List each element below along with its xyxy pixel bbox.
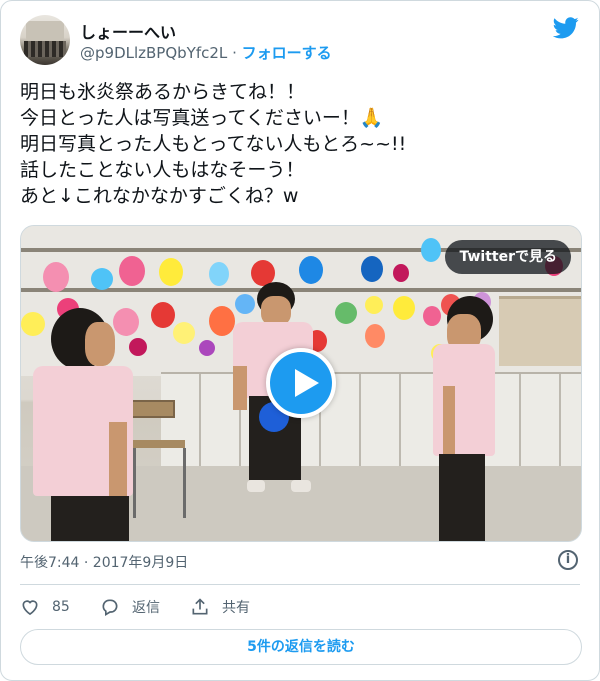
balloon (209, 306, 235, 336)
balloon (209, 262, 229, 286)
shelf (499, 296, 581, 366)
reply-bubble-icon (102, 599, 118, 616)
tweet-line: 今日とった人は写真送ってくださいー！🙏 (20, 107, 384, 129)
user-handle[interactable]: @p9DLlzBPQbYfc2L (80, 44, 227, 62)
watch-on-twitter-button[interactable]: Twitterで見る (445, 240, 571, 274)
twitter-bird-icon[interactable] (553, 17, 579, 39)
timestamp[interactable]: 午後7:44 · 2017年9月9日 (20, 552, 188, 572)
balloon (129, 338, 147, 356)
balloon (119, 256, 145, 286)
reply-label: 返信 (132, 600, 160, 616)
balloon (365, 324, 385, 348)
chair-leg (133, 448, 136, 518)
display-name[interactable]: しょーーへい (80, 19, 176, 43)
play-icon[interactable] (266, 348, 336, 418)
balloon (159, 258, 183, 286)
video-thumbnail[interactable]: Twitterで見る (20, 225, 582, 542)
tweet-text: 明日も氷炎祭あるからきてね！！ 今日とった人は写真送ってくださいー！🙏 明日写真… (20, 79, 580, 209)
lockers (161, 372, 581, 472)
balloon (21, 312, 45, 336)
share-label: 共有 (222, 600, 250, 616)
avatar[interactable] (20, 15, 70, 65)
balloon (335, 302, 357, 324)
chair (127, 400, 175, 418)
chair-leg (183, 448, 186, 518)
tweet-card: しょーーへい @p9DLlzBPQbYfc2L · フォローする 明日も氷炎祭あ… (0, 0, 600, 681)
balloon (173, 322, 195, 344)
follow-button[interactable]: フォローする (242, 44, 332, 62)
tweet-line: 話したことない人もはなそーう！ (20, 159, 305, 181)
balloon (235, 294, 255, 314)
separator-dot: · (232, 44, 237, 62)
tweet-line: 明日も氷炎祭あるからきてね！！ (20, 81, 306, 103)
balloon (423, 306, 441, 326)
balloon (43, 262, 69, 292)
heart-icon (22, 600, 38, 616)
info-icon[interactable]: i (558, 550, 578, 570)
balloon (393, 264, 409, 282)
balloon (91, 268, 113, 290)
balloon (113, 308, 139, 336)
balloon (393, 296, 415, 320)
divider (20, 584, 580, 585)
handle-row: @p9DLlzBPQbYfc2L · フォローする (80, 42, 332, 63)
balloon (421, 238, 441, 262)
reply-button[interactable]: 返信 (100, 595, 160, 619)
balloon (299, 256, 323, 284)
tweet-line: あと↓これなかなかすごくね？w (20, 185, 299, 207)
balloon (365, 296, 383, 314)
like-count: 85 (52, 599, 70, 615)
read-replies-button[interactable]: 5件の返信を読む (20, 629, 582, 665)
balloon (361, 256, 383, 282)
share-icon (192, 598, 208, 615)
balloon (199, 340, 215, 356)
like-button[interactable]: 85 (20, 595, 70, 619)
share-button[interactable]: 共有 (190, 595, 250, 619)
chair-seat (131, 440, 185, 448)
balloon (151, 302, 175, 328)
tweet-line: 明日写真とった人もとってない人もとろ~~!! (20, 133, 407, 155)
